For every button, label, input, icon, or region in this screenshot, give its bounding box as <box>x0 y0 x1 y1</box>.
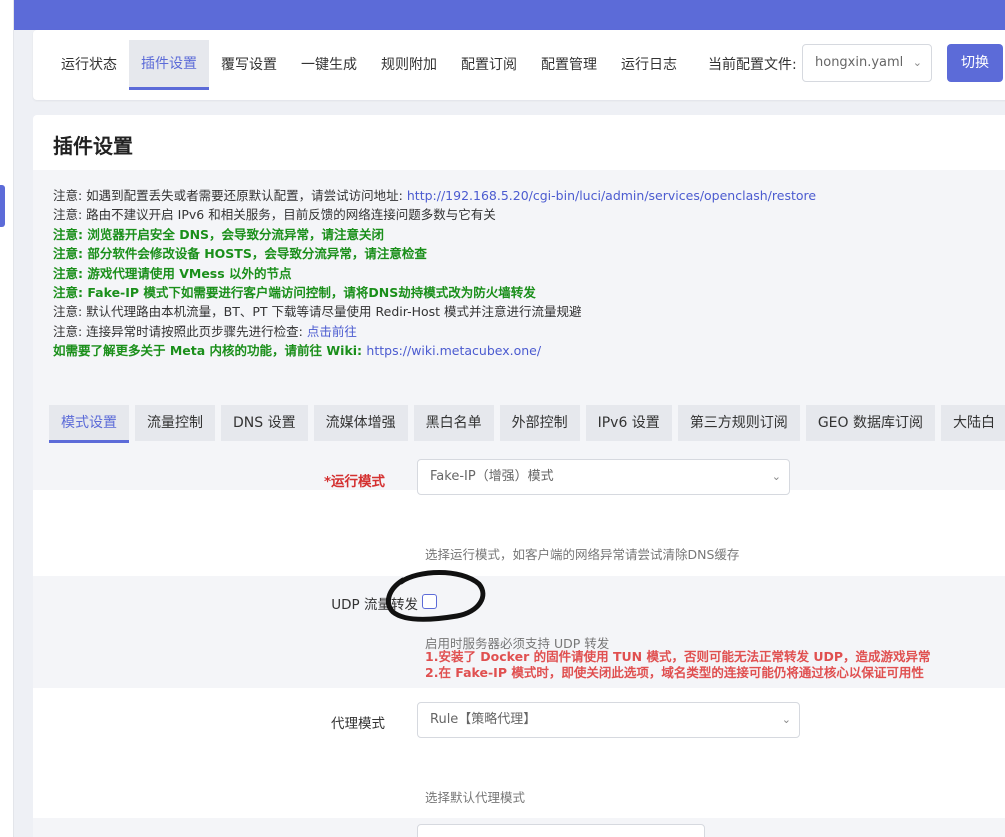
notice-link[interactable]: http://192.168.5.20/cgi-bin/luci/admin/s… <box>407 188 816 203</box>
settings-card: 插件设置 注意: 如遇到配置丢失或者需要还原默认配置，请尝试访问地址: http… <box>33 115 1005 837</box>
page-title: 插件设置 <box>53 134 133 158</box>
settings-sub-tab[interactable]: DNS 设置 <box>221 405 308 441</box>
proxy-mode-row: 代理模式 Rule【策略代理】 ⌄ 选择默认代理模式 <box>33 688 1005 818</box>
config-file-label: 当前配置文件: <box>708 57 797 73</box>
notice-line: 注意: 部分软件会修改设备 HOSTS，会导致分流异常，请注意检查 <box>53 244 816 263</box>
settings-sub-tab[interactable]: 大陆白 <box>940 405 1005 441</box>
settings-sub-tab[interactable]: 流量控制 <box>135 405 215 441</box>
udp-warning-1: 1.安装了 Docker 的固件请使用 TUN 模式，否则可能无法正常转发 UD… <box>425 649 931 664</box>
settings-sub-tab[interactable]: GEO 数据库订阅 <box>805 405 935 441</box>
notice-line: 注意: 浏览器开启安全 DNS，会导致分流异常，请注意关闭 <box>53 225 816 244</box>
config-file-select[interactable]: hongxin.yaml ⌄ <box>802 44 932 82</box>
run-mode-label: *运行模式 <box>324 470 385 490</box>
nav-tab[interactable]: 配置订阅 <box>449 40 529 90</box>
sidebar-active-indicator <box>0 185 5 227</box>
top-header-bar <box>0 0 1005 30</box>
proxy-mode-select[interactable]: Rule【策略代理】 ⌄ <box>417 702 800 738</box>
notice-line: 如需要了解更多关于 Meta 内核的功能，请前往 Wiki: https://w… <box>53 341 816 360</box>
notice-text: 注意: Fake-IP 模式下如需要进行客户端访问控制，请将DNS劫持模式改为防… <box>53 285 536 301</box>
settings-sub-tab[interactable]: 黑白名单 <box>413 405 494 441</box>
sidebar <box>0 0 14 837</box>
notice-text: 注意: 路由不建议开启 IPv6 和相关服务，目前反馈的网络连接问题多数与它有关 <box>53 207 496 223</box>
settings-sub-tab[interactable]: 第三方规则订阅 <box>677 405 800 441</box>
nav-tab[interactable]: 插件设置 <box>129 40 209 90</box>
notice-list: 注意: 如遇到配置丢失或者需要还原默认配置，请尝试访问地址: http://19… <box>53 186 816 361</box>
nav-tab[interactable]: 运行日志 <box>609 40 689 90</box>
nav-tab[interactable]: 运行状态 <box>49 40 129 90</box>
notice-line: 注意: 默认代理路由本机流量，BT、PT 下载等请尽量使用 Redir-Host… <box>53 302 816 321</box>
switch-config-button[interactable]: 切换 <box>947 44 1003 82</box>
chevron-down-icon: ⌄ <box>771 470 781 483</box>
udp-warning-2: 2.在 Fake-IP 模式时，即使关闭此选项，域名类型的连接可能仍将通过核心以… <box>425 665 924 680</box>
run-mode-description: 选择运行模式，如客户端的网络异常请尝试清除DNS缓存 <box>425 547 740 562</box>
top-nav-card: 运行状态 插件设置 覆写设置 一键生成 规则附加 配置订阅 配置管理 运行日志 当前配置文件:… <box>33 30 1005 100</box>
proxy-mode-label: 代理模式 <box>331 716 385 732</box>
next-setting-select[interactable] <box>417 824 705 837</box>
notice-text: 注意: 游戏代理请使用 VMess 以外的节点 <box>53 265 292 281</box>
required-mark: * <box>323 474 331 490</box>
notice-line: 注意: Fake-IP 模式下如需要进行客户端访问控制，请将DNS劫持模式改为防… <box>53 283 816 302</box>
chevron-down-icon: ⌄ <box>781 713 791 726</box>
notice-line: 注意: 游戏代理请使用 VMess 以外的节点 <box>53 264 816 283</box>
settings-sub-tab[interactable]: IPv6 设置 <box>585 405 672 441</box>
nav-tabs: 运行状态 插件设置 覆写设置 一键生成 规则附加 配置订阅 配置管理 运行日志 <box>49 40 689 90</box>
notice-text: 注意: 默认代理路由本机流量，BT、PT 下载等请尽量使用 Redir-Host… <box>53 304 582 320</box>
nav-tab[interactable]: 配置管理 <box>529 40 609 90</box>
settings-sub-tab[interactable]: 流媒体增强 <box>313 405 408 441</box>
run-mode-label-text: 运行模式 <box>331 474 385 490</box>
notice-text: 注意: 连接异常时请按照此页步骤先进行检查: <box>53 323 307 339</box>
notice-link[interactable]: https://wiki.metacubex.one/ <box>366 343 541 358</box>
config-file-value: hongxin.yaml <box>815 55 904 70</box>
notice-text: 注意: 浏览器开启安全 DNS，会导致分流异常，请注意关闭 <box>53 226 385 242</box>
notice-text: 如需要了解更多关于 Meta 内核的功能，请前往 Wiki: <box>53 343 367 359</box>
notice-text: 注意: 如遇到配置丢失或者需要还原默认配置，请尝试访问地址: <box>53 188 407 203</box>
notice-line: 注意: 连接异常时请按照此页步骤先进行检查: 点击前往 <box>53 322 816 341</box>
proxy-mode-description: 选择默认代理模式 <box>425 790 526 805</box>
udp-forward-row: UDP 流量转发 启用时服务器必须支持 UDP 转发 1.安装了 Docker … <box>33 570 1005 688</box>
nav-tab[interactable]: 覆写设置 <box>209 40 289 90</box>
nav-tab[interactable]: 规则附加 <box>369 40 449 90</box>
notice-line: 注意: 路由不建议开启 IPv6 和相关服务，目前反馈的网络连接问题多数与它有关 <box>53 205 816 224</box>
settings-sub-tab[interactable]: 外部控制 <box>499 405 580 441</box>
settings-sub-tabs: 模式设置 流量控制 DNS 设置 流媒体增强 黑白名单 外部控制 IPv6 设置 第三方规则订… <box>49 405 1005 443</box>
notice-link[interactable]: 点击前往 <box>307 324 357 339</box>
chevron-down-icon: ⌄ <box>912 56 922 69</box>
run-mode-select[interactable]: Fake-IP（增强）模式 ⌄ <box>417 459 790 495</box>
next-setting-row <box>33 818 1005 837</box>
udp-forward-checkbox[interactable] <box>422 594 437 609</box>
run-mode-value: Fake-IP（增强）模式 <box>430 469 554 484</box>
proxy-mode-value: Rule【策略代理】 <box>430 712 537 727</box>
notice-text: 注意: 部分软件会修改设备 HOSTS，会导致分流异常，请注意检查 <box>53 246 427 262</box>
notice-line: 注意: 如遇到配置丢失或者需要还原默认配置，请尝试访问地址: http://19… <box>53 186 816 205</box>
run-mode-row: *运行模式 Fake-IP（增强）模式 ⌄ 选择运行模式，如客户端的网络异常请尝… <box>33 450 1005 576</box>
nav-tab[interactable]: 一键生成 <box>289 40 369 90</box>
settings-sub-tab[interactable]: 模式设置 <box>49 405 129 443</box>
